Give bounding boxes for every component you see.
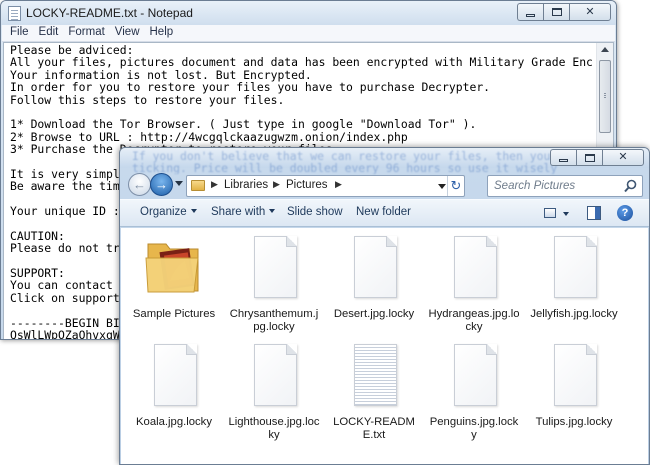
file-item[interactable]: Koala.jpg.locky bbox=[128, 336, 220, 448]
share-with-button[interactable]: Share with bbox=[211, 206, 276, 218]
explorer-titlebar[interactable]: If you don't believe that we can restore… bbox=[120, 148, 649, 174]
explorer-window-controls: ✕ bbox=[550, 149, 644, 166]
help-icon[interactable]: ? bbox=[617, 205, 633, 221]
scroll-up-icon[interactable] bbox=[601, 47, 609, 52]
file-item[interactable]: Tulips.jpg.locky bbox=[528, 336, 620, 448]
view-options-dropdown-icon[interactable] bbox=[563, 212, 569, 216]
search-icon[interactable] bbox=[624, 179, 637, 193]
blank-file-icon bbox=[250, 236, 298, 300]
blank-file-icon bbox=[250, 344, 298, 408]
file-name-label: Sample Pictures bbox=[132, 308, 216, 320]
forward-button[interactable]: → bbox=[150, 173, 173, 196]
navigation-bar: ← → ▶ Libraries ▶ Pictures ▶ ↻ Search Pi… bbox=[120, 169, 649, 199]
close-icon: ✕ bbox=[585, 5, 595, 18]
new-folder-button[interactable]: New folder bbox=[356, 206, 411, 218]
address-dropdown-icon[interactable] bbox=[438, 184, 446, 189]
blank-file-icon bbox=[550, 236, 598, 300]
text-file-icon bbox=[350, 344, 398, 408]
folder-item[interactable]: Sample Pictures bbox=[128, 228, 220, 340]
breadcrumb-separator-icon[interactable]: ▶ bbox=[273, 179, 280, 190]
menu-edit[interactable]: Edit bbox=[34, 25, 64, 41]
notepad-titlebar[interactable]: LOCKY-README.txt - Notepad ✕ bbox=[1, 1, 616, 25]
blank-file-icon bbox=[450, 236, 498, 300]
folder-icon bbox=[191, 180, 205, 191]
recent-pages-dropdown[interactable] bbox=[175, 181, 183, 186]
breadcrumb-libraries[interactable]: Libraries bbox=[224, 179, 268, 191]
organize-button[interactable]: Organize bbox=[140, 206, 197, 218]
menu-file[interactable]: File bbox=[5, 25, 34, 41]
file-name-label: Jellyfish.jpg.locky bbox=[530, 308, 618, 320]
notepad-line: Follow this steps to restore your files. bbox=[10, 92, 285, 107]
close-button[interactable]: ✕ bbox=[602, 149, 644, 166]
notepad-window-controls: ✕ bbox=[517, 3, 611, 21]
close-button[interactable]: ✕ bbox=[569, 3, 611, 21]
file-item[interactable]: Hydrangeas.jpg.locky bbox=[428, 228, 520, 340]
slide-show-button[interactable]: Slide show bbox=[287, 206, 343, 218]
minimize-button[interactable] bbox=[550, 149, 576, 166]
maximize-icon bbox=[551, 8, 562, 16]
menu-view[interactable]: View bbox=[110, 25, 145, 41]
breadcrumb-separator-icon[interactable]: ▶ bbox=[335, 179, 342, 190]
command-toolbar: Organize Share with Slide show New folde… bbox=[120, 199, 649, 227]
share-with-label: Share with bbox=[211, 206, 266, 218]
file-name-label: Desert.jpg.locky bbox=[333, 308, 415, 320]
preview-pane-icon[interactable] bbox=[587, 206, 601, 220]
file-name-label: Chrysanthemum.jpg.locky bbox=[229, 308, 319, 333]
minimize-icon bbox=[559, 159, 568, 162]
blank-file-icon bbox=[150, 344, 198, 408]
blank-file-icon bbox=[550, 344, 598, 408]
minimize-button[interactable] bbox=[517, 3, 543, 21]
change-view-icon[interactable] bbox=[544, 208, 556, 218]
file-name-label: Tulips.jpg.locky bbox=[535, 416, 613, 428]
file-name-label: Penguins.jpg.locky bbox=[429, 416, 519, 441]
search-input[interactable]: Search Pictures bbox=[487, 175, 643, 197]
blank-file-icon bbox=[350, 236, 398, 300]
file-name-label: Koala.jpg.locky bbox=[136, 416, 212, 428]
file-name-label: Hydrangeas.jpg.locky bbox=[428, 308, 520, 333]
search-placeholder: Search Pictures bbox=[494, 180, 576, 192]
file-list[interactable]: Sample Pictures Chrysanthemum.jpg.locky De… bbox=[121, 228, 648, 464]
minimize-icon bbox=[526, 13, 535, 17]
file-item[interactable]: Penguins.jpg.locky bbox=[428, 336, 520, 448]
file-item[interactable]: Jellyfish.jpg.locky bbox=[528, 228, 620, 340]
caret-down-icon bbox=[269, 209, 276, 213]
notepad-title: LOCKY-README.txt - Notepad bbox=[26, 6, 193, 20]
menu-format[interactable]: Format bbox=[63, 25, 109, 41]
notepad-app-icon bbox=[8, 6, 21, 21]
scroll-thumb[interactable] bbox=[599, 60, 611, 133]
notepad-menubar: File Edit Format View Help bbox=[2, 25, 615, 42]
menu-help[interactable]: Help bbox=[145, 25, 179, 41]
back-button[interactable]: ← bbox=[128, 173, 151, 196]
caret-down-icon bbox=[190, 209, 197, 213]
file-name-label: Lighthouse.jpg.locky bbox=[228, 416, 320, 441]
maximize-button[interactable] bbox=[576, 149, 602, 166]
organize-label: Organize bbox=[140, 206, 187, 218]
notepad-line: All your files, pictures document and da… bbox=[10, 55, 593, 70]
breadcrumb-pictures[interactable]: Pictures bbox=[286, 179, 328, 191]
back-arrow-icon: ← bbox=[133, 177, 146, 192]
file-item[interactable]: Chrysanthemum.jpg.locky bbox=[228, 228, 320, 340]
maximize-button[interactable] bbox=[543, 3, 569, 21]
breadcrumb-separator-icon[interactable]: ▶ bbox=[211, 179, 218, 190]
picture-folder-icon bbox=[142, 234, 206, 298]
file-item[interactable]: Desert.jpg.locky bbox=[328, 228, 420, 340]
refresh-icon[interactable]: ↻ bbox=[447, 176, 464, 196]
address-bar[interactable]: ▶ Libraries ▶ Pictures ▶ ↻ bbox=[186, 175, 465, 197]
maximize-icon bbox=[584, 153, 595, 162]
notepad-line: 1* Download the Tor Browser. ( Just type… bbox=[10, 117, 477, 132]
explorer-window: If you don't believe that we can restore… bbox=[119, 147, 650, 465]
blank-file-icon bbox=[450, 344, 498, 408]
notepad-line: In order for you to restore your files y… bbox=[10, 80, 491, 95]
file-item[interactable]: LOCKY-README.txt bbox=[328, 336, 420, 448]
forward-arrow-icon: → bbox=[155, 177, 168, 192]
file-name-label: LOCKY-README.txt bbox=[333, 416, 415, 441]
file-item[interactable]: Lighthouse.jpg.locky bbox=[228, 336, 320, 448]
close-icon: ✕ bbox=[618, 151, 628, 163]
